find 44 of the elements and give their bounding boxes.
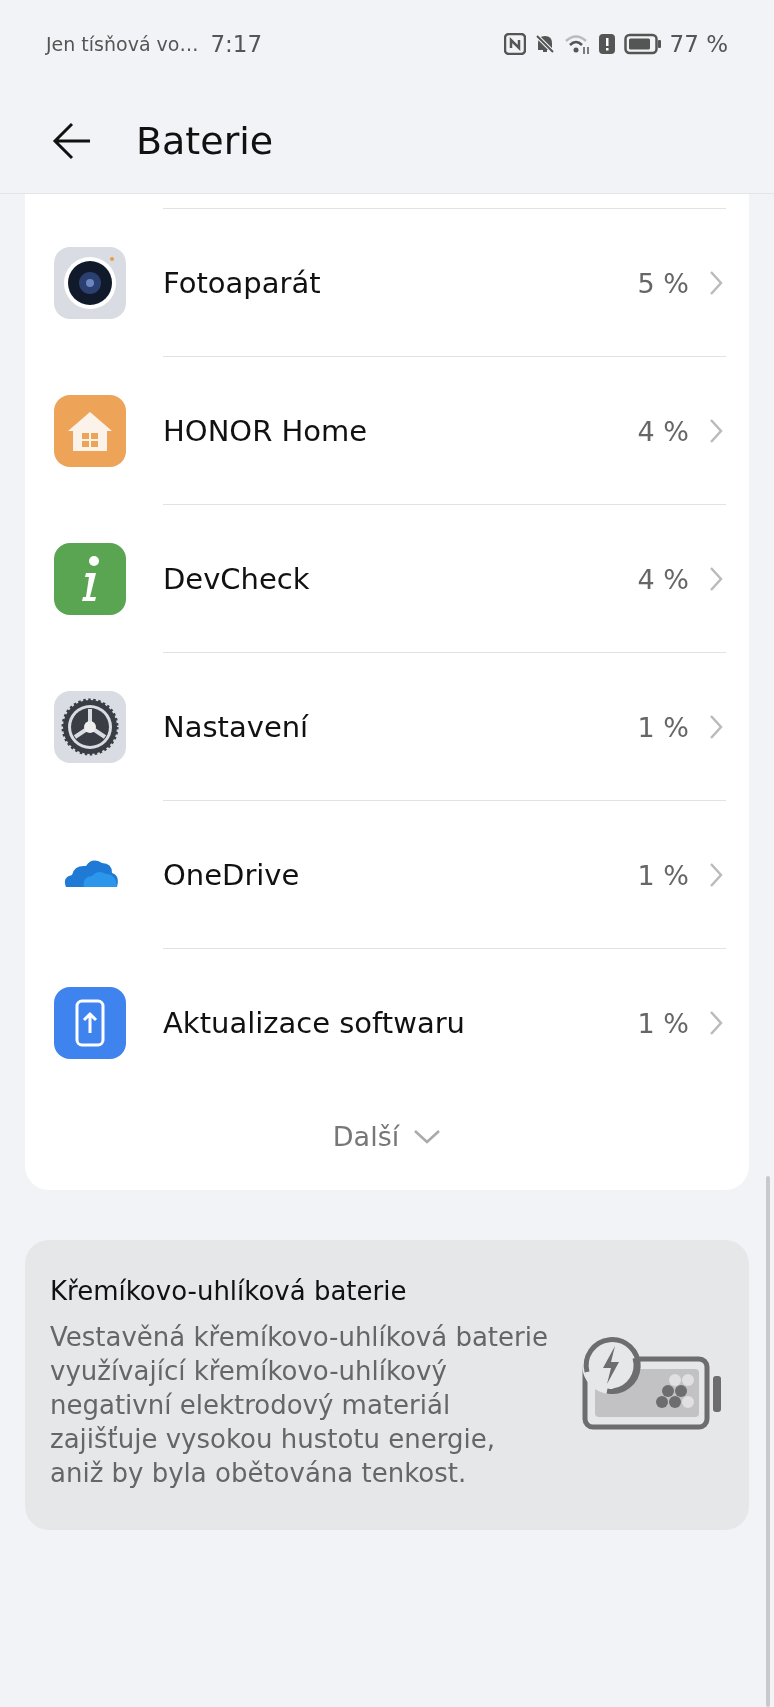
usage-percent: 4 % <box>637 415 689 447</box>
info-app-icon <box>54 543 126 615</box>
chevron-right-icon <box>709 862 723 888</box>
back-button[interactable] <box>52 120 92 161</box>
app-usage-row[interactable]: OneDrive 1 % <box>25 801 749 949</box>
app-name: HONOR Home <box>163 414 369 448</box>
chevron-down-icon <box>413 1128 442 1145</box>
usage-percent: 5 % <box>637 267 689 299</box>
app-usage-row[interactable]: DevCheck 4 % <box>25 505 749 653</box>
camera-app-icon <box>54 247 126 319</box>
update-app-icon <box>54 987 126 1059</box>
chevron-right-icon <box>709 418 723 444</box>
app-usage-row[interactable]: Nastavení 1 % <box>25 653 749 801</box>
usage-percent: 1 % <box>637 711 689 743</box>
app-name: DevCheck <box>163 562 311 596</box>
usage-percent: 4 % <box>637 563 689 595</box>
app-usage-row[interactable]: Fotoaparát 5 % <box>25 209 749 357</box>
chevron-right-icon <box>709 270 723 296</box>
usage-percent: 1 % <box>637 1007 689 1039</box>
wifi-icon <box>563 33 590 55</box>
app-usage-row[interactable]: HONOR Home 4 % <box>25 357 749 505</box>
chevron-right-icon <box>709 566 723 592</box>
app-name: Nastavení <box>163 710 310 744</box>
usage-percent: 1 % <box>637 859 689 891</box>
house-app-icon <box>54 395 126 467</box>
chevron-right-icon <box>709 1010 723 1036</box>
info-description: Vestavěná křemíkovo-uhlíková baterie využívající křemíkovo-uhlíkový negativní elektrodový materiál zajišťuje vysokou hustotu energie, aniž by byla obětována tenkost. <box>50 1321 549 1490</box>
chevron-right-icon <box>709 714 723 740</box>
app-usage-row[interactable]: Aktualizace softwaru 1 % <box>25 949 749 1097</box>
alert-icon <box>597 33 616 55</box>
gear-app-icon <box>54 691 126 763</box>
clock: 7:17 <box>210 31 263 57</box>
battery-percentage: 77 % <box>669 31 728 57</box>
nfc-icon <box>503 33 526 55</box>
muted-bell-icon <box>533 33 556 55</box>
battery-icon <box>623 33 662 55</box>
app-name: Aktualizace softwaru <box>163 1006 466 1040</box>
app-name: Fotoaparát <box>163 266 322 300</box>
app-name: OneDrive <box>163 858 301 892</box>
back-arrow-icon <box>52 120 92 161</box>
page-title: Baterie <box>136 118 274 163</box>
info-title: Křemíkovo-uhlíková baterie <box>50 1276 408 1306</box>
carrier-text: Jen tísňová vo… <box>46 33 199 55</box>
more-button[interactable]: Další <box>332 1113 442 1160</box>
